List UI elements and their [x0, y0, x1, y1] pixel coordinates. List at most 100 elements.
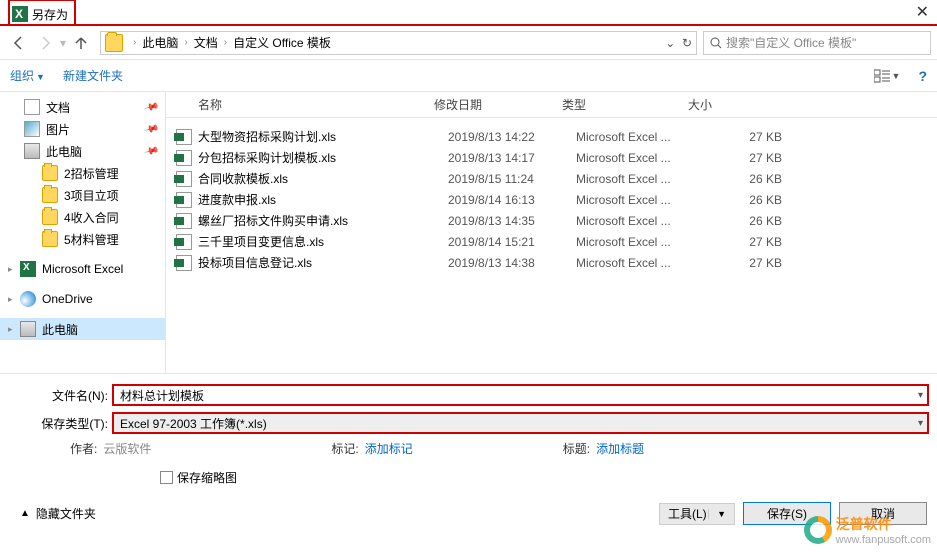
file-date: 2019/8/13 14:38: [448, 256, 576, 270]
column-date[interactable]: 修改日期: [434, 96, 562, 113]
title-field[interactable]: 标题: 添加标题: [563, 440, 644, 457]
sidebar-item-onedrive[interactable]: ▸OneDrive: [0, 288, 165, 310]
pin-icon: 📌: [143, 99, 159, 115]
refresh-dropdown[interactable]: ⌄ ↻: [665, 36, 692, 50]
file-row[interactable]: 分包招标采购计划模板.xls2019/8/13 14:17Microsoft E…: [176, 147, 937, 168]
save-thumbnail-checkbox[interactable]: 保存缩略图: [20, 469, 929, 486]
organize-menu[interactable]: 组织▼: [10, 67, 45, 84]
file-row[interactable]: 合同收款模板.xls2019/8/15 11:24Microsoft Excel…: [176, 168, 937, 189]
file-name: 投标项目信息登记.xls: [198, 254, 448, 271]
file-type: Microsoft Excel ...: [576, 235, 702, 249]
folder-icon: [42, 209, 58, 225]
sidebar-item-folder[interactable]: 5材料管理: [0, 228, 165, 250]
file-type: Microsoft Excel ...: [576, 193, 702, 207]
file-type: Microsoft Excel ...: [576, 130, 702, 144]
file-date: 2019/8/14 15:21: [448, 235, 576, 249]
file-row[interactable]: 三千里项目变更信息.xls2019/8/14 15:21Microsoft Ex…: [176, 231, 937, 252]
file-size: 27 KB: [702, 235, 792, 249]
tags-field[interactable]: 标记: 添加标记: [331, 440, 412, 457]
hide-folders-toggle[interactable]: ▲ 隐藏文件夹: [20, 505, 96, 522]
close-button[interactable]: ✕: [916, 2, 929, 22]
sidebar-item-folder[interactable]: 3项目立项: [0, 184, 165, 206]
pin-icon: 📌: [143, 143, 159, 159]
sidebar-item-thispc[interactable]: ▸此电脑: [0, 318, 165, 340]
nav-back-button[interactable]: [6, 30, 32, 56]
watermark-logo-icon: [804, 516, 832, 544]
app-icon: X: [12, 6, 28, 22]
breadcrumb-folder[interactable]: 自定义 Office 模板: [233, 34, 331, 51]
breadcrumb-docs[interactable]: 文档: [194, 34, 218, 51]
file-row[interactable]: 投标项目信息登记.xls2019/8/13 14:38Microsoft Exc…: [176, 252, 937, 273]
xls-file-icon: [176, 234, 192, 250]
column-size[interactable]: 大小: [688, 96, 778, 113]
file-type: Microsoft Excel ...: [576, 151, 702, 165]
chevron-right-icon: ›: [184, 37, 187, 48]
file-type: Microsoft Excel ...: [576, 172, 702, 186]
file-name: 进度款申报.xls: [198, 191, 448, 208]
tools-menu[interactable]: 工具(L)▼: [659, 503, 735, 525]
file-name: 大型物资招标采购计划.xls: [198, 128, 448, 145]
chevron-down-icon[interactable]: ▾: [918, 390, 923, 401]
window-title: 另存为: [32, 6, 68, 23]
breadcrumb-pc[interactable]: 此电脑: [142, 34, 178, 51]
column-name[interactable]: 名称: [176, 96, 434, 113]
title-highlight: X 另存为: [8, 0, 76, 25]
xls-file-icon: [176, 171, 192, 187]
watermark: 泛普软件 www.fanpusoft.com: [804, 514, 931, 546]
dialog-footer: ▲ 隐藏文件夹 工具(L)▼ 保存(S) 取消: [0, 492, 937, 535]
file-name: 三千里项目变更信息.xls: [198, 233, 448, 250]
computer-icon: [20, 321, 36, 337]
sidebar-item-folder[interactable]: 2招标管理: [0, 162, 165, 184]
file-row[interactable]: 大型物资招标采购计划.xls2019/8/13 14:22Microsoft E…: [176, 126, 937, 147]
chevron-down-icon[interactable]: ▾: [918, 418, 923, 429]
file-date: 2019/8/13 14:35: [448, 214, 576, 228]
sidebar-item-thispc-pinned[interactable]: 此电脑📌: [0, 140, 165, 162]
filetype-select[interactable]: Excel 97-2003 工作簿(*.xls) ▾: [112, 412, 929, 434]
navigation-tree: 文档📌 图片📌 此电脑📌 2招标管理 3项目立项 4收入合同 5材料管理 ▸Mi…: [0, 92, 166, 373]
file-row[interactable]: 进度款申报.xls2019/8/14 16:13Microsoft Excel …: [176, 189, 937, 210]
file-pane: 名称 修改日期 类型 大小 大型物资招标采购计划.xls2019/8/13 14…: [166, 92, 937, 373]
svg-text:X: X: [15, 7, 23, 21]
title-bar: X 另存为 ✕: [0, 0, 937, 26]
file-row[interactable]: 螺丝厂招标文件购买申请.xls2019/8/13 14:35Microsoft …: [176, 210, 937, 231]
search-placeholder: 搜索"自定义 Office 模板": [726, 34, 856, 51]
sidebar-item-pictures[interactable]: 图片📌: [0, 118, 165, 140]
nav-forward-button: [32, 30, 58, 56]
author-field[interactable]: 作者: 云版软件: [70, 440, 151, 457]
column-type[interactable]: 类型: [562, 96, 688, 113]
sidebar-item-documents[interactable]: 文档📌: [0, 96, 165, 118]
folder-icon: [42, 231, 58, 247]
view-options-button[interactable]: ▼: [874, 69, 901, 83]
address-bar[interactable]: › 此电脑 › 文档 › 自定义 Office 模板 ⌄ ↻: [100, 31, 697, 55]
command-bar: 组织▼ 新建文件夹 ▼ ?: [0, 60, 937, 92]
chevron-right-icon: ›: [224, 37, 227, 48]
pin-icon: 📌: [143, 121, 159, 137]
nav-bar: ▾ › 此电脑 › 文档 › 自定义 Office 模板 ⌄ ↻ 搜索"自定义 …: [0, 26, 937, 60]
xls-file-icon: [176, 255, 192, 271]
nav-up-button[interactable]: [68, 30, 94, 56]
file-size: 27 KB: [702, 256, 792, 270]
nav-recent-dropdown[interactable]: ▾: [60, 36, 66, 50]
folder-icon: [105, 34, 123, 52]
help-button[interactable]: ?: [918, 68, 927, 84]
folder-icon: [42, 165, 58, 181]
file-size: 27 KB: [702, 130, 792, 144]
new-folder-button[interactable]: 新建文件夹: [63, 67, 123, 84]
file-size: 26 KB: [702, 172, 792, 186]
excel-icon: [20, 261, 36, 277]
file-size: 26 KB: [702, 214, 792, 228]
file-date: 2019/8/14 16:13: [448, 193, 576, 207]
save-form: 文件名(N): 材料总计划模板 ▾ 保存类型(T): Excel 97-2003…: [0, 373, 937, 492]
file-name: 合同收款模板.xls: [198, 170, 448, 187]
filename-label: 文件名(N):: [20, 387, 112, 404]
file-date: 2019/8/13 14:17: [448, 151, 576, 165]
search-input[interactable]: 搜索"自定义 Office 模板": [703, 31, 931, 55]
document-icon: [24, 99, 40, 115]
column-headers: 名称 修改日期 类型 大小: [166, 92, 937, 118]
sidebar-item-folder[interactable]: 4收入合同: [0, 206, 165, 228]
filetype-label: 保存类型(T):: [20, 415, 112, 432]
sidebar-item-excel[interactable]: ▸Microsoft Excel: [0, 258, 165, 280]
filename-input[interactable]: 材料总计划模板 ▾: [112, 384, 929, 406]
file-type: Microsoft Excel ...: [576, 214, 702, 228]
folder-icon: [42, 187, 58, 203]
